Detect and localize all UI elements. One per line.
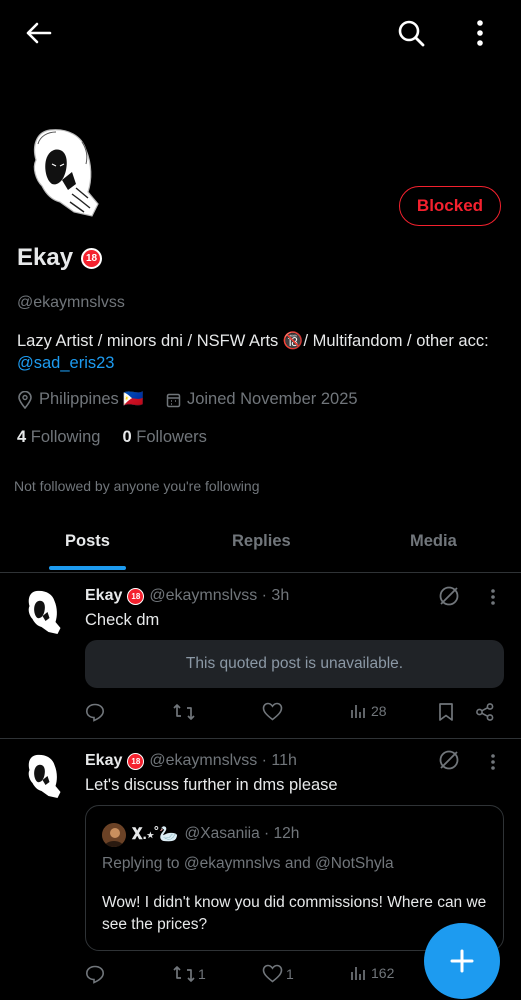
share-icon[interactable] bbox=[475, 702, 495, 722]
tab-replies[interactable]: Replies bbox=[232, 532, 291, 551]
post-handle-time: @ekaymnslvss · 11h bbox=[149, 752, 297, 769]
followers-link[interactable]: 0 Followers bbox=[122, 428, 206, 447]
post-header: Ekay 18 @ekaymnslvss · 3h bbox=[85, 587, 289, 605]
follow-counts: 4 Following 0 Followers bbox=[17, 428, 207, 447]
search-icon[interactable] bbox=[393, 15, 429, 51]
plus-icon bbox=[449, 948, 475, 974]
quoted-avatar bbox=[102, 823, 126, 847]
quoted-post-unavailable: This quoted post is unavailable. bbox=[85, 640, 504, 688]
post-actions: 28 bbox=[85, 702, 505, 726]
following-label: Following bbox=[30, 428, 101, 446]
profile-avatar[interactable] bbox=[22, 124, 108, 220]
post-avatar[interactable] bbox=[22, 752, 66, 800]
like-icon[interactable] bbox=[262, 702, 283, 721]
views-icon bbox=[350, 702, 368, 720]
quoted-header: 𝐗.⋆˚🦢 @Xasaniia · 12h bbox=[132, 825, 299, 844]
repost-count: 1 bbox=[198, 966, 206, 982]
quoted-handle-time: @Xasaniia · 12h bbox=[184, 825, 300, 842]
quoted-text: Wow! I didn't know you did commissions! … bbox=[102, 894, 487, 933]
post-avatar[interactable] bbox=[22, 588, 66, 636]
post-author-name[interactable]: Ekay bbox=[85, 587, 122, 605]
location-pin-icon bbox=[17, 390, 33, 409]
like-count: 1 bbox=[286, 965, 294, 982]
repost-icon bbox=[173, 964, 195, 984]
more-vertical-icon[interactable] bbox=[462, 15, 498, 51]
grok-icon[interactable] bbox=[438, 749, 460, 771]
back-arrow-icon[interactable] bbox=[21, 15, 57, 51]
views-count: 28 bbox=[371, 703, 387, 719]
post-author-name[interactable]: Ekay bbox=[85, 752, 122, 770]
views-icon bbox=[350, 964, 368, 982]
tab-posts[interactable]: Posts bbox=[65, 532, 110, 551]
following-count: 4 bbox=[17, 428, 27, 446]
not-followed-notice: Not followed by anyone you're following bbox=[14, 478, 260, 494]
tab-media[interactable]: Media bbox=[410, 532, 457, 551]
reply-icon[interactable] bbox=[85, 964, 105, 984]
views[interactable]: 28 bbox=[350, 702, 387, 720]
views[interactable]: 162 bbox=[350, 964, 394, 982]
profile-handle: @ekaymnslvss bbox=[17, 294, 125, 311]
repost[interactable]: 1 bbox=[173, 964, 206, 984]
post-more-icon[interactable] bbox=[490, 588, 496, 606]
profile-location: Philippines 🇵🇭 bbox=[39, 390, 144, 408]
following-link[interactable]: 4 Following bbox=[17, 428, 100, 447]
followers-label: Followers bbox=[136, 428, 207, 446]
quoted-author-name: 𝐗.⋆˚🦢 bbox=[132, 826, 179, 843]
repost-icon[interactable] bbox=[173, 702, 195, 722]
adult-content-badge-icon: 18 bbox=[127, 752, 145, 770]
like[interactable]: 1 bbox=[262, 964, 294, 983]
quoted-replying-to: Replying to @ekaymnslvs and @NotShyla bbox=[102, 855, 394, 872]
adult-content-badge-icon: 18 bbox=[81, 247, 103, 269]
post-header: Ekay 18 @ekaymnslvss · 11h bbox=[85, 752, 297, 770]
grok-icon[interactable] bbox=[438, 585, 460, 607]
bio-text: Lazy Artist / minors dni / NSFW Arts 🔞/ … bbox=[17, 332, 489, 350]
profile-name: Ekay 18 bbox=[17, 244, 103, 272]
profile-bio: Lazy Artist / minors dni / NSFW Arts 🔞/ … bbox=[17, 330, 497, 374]
post-divider bbox=[0, 738, 521, 739]
post-more-icon[interactable] bbox=[490, 753, 496, 771]
post-text: Check dm bbox=[85, 611, 160, 629]
bookmark-icon[interactable] bbox=[438, 702, 454, 722]
views-count: 162 bbox=[371, 965, 395, 981]
active-tab-indicator bbox=[49, 566, 126, 570]
post-text: Let's discuss further in dms please bbox=[85, 776, 338, 794]
like-icon bbox=[262, 964, 283, 983]
compose-post-button[interactable] bbox=[424, 923, 500, 999]
post-handle-time: @ekaymnslvss · 3h bbox=[149, 587, 290, 604]
reply-icon[interactable] bbox=[85, 702, 105, 722]
adult-content-badge-icon: 18 bbox=[127, 587, 145, 605]
profile-joined-date: Joined November 2025 bbox=[186, 390, 358, 408]
profile-name-text: Ekay bbox=[17, 244, 74, 271]
profile-meta: Philippines 🇵🇭 Joined November 2025 bbox=[17, 390, 358, 409]
followers-count: 0 bbox=[122, 428, 132, 446]
blocked-button[interactable]: Blocked bbox=[399, 186, 501, 226]
bio-mention-link[interactable]: @sad_eris23 bbox=[17, 354, 114, 372]
calendar-icon bbox=[166, 392, 181, 408]
